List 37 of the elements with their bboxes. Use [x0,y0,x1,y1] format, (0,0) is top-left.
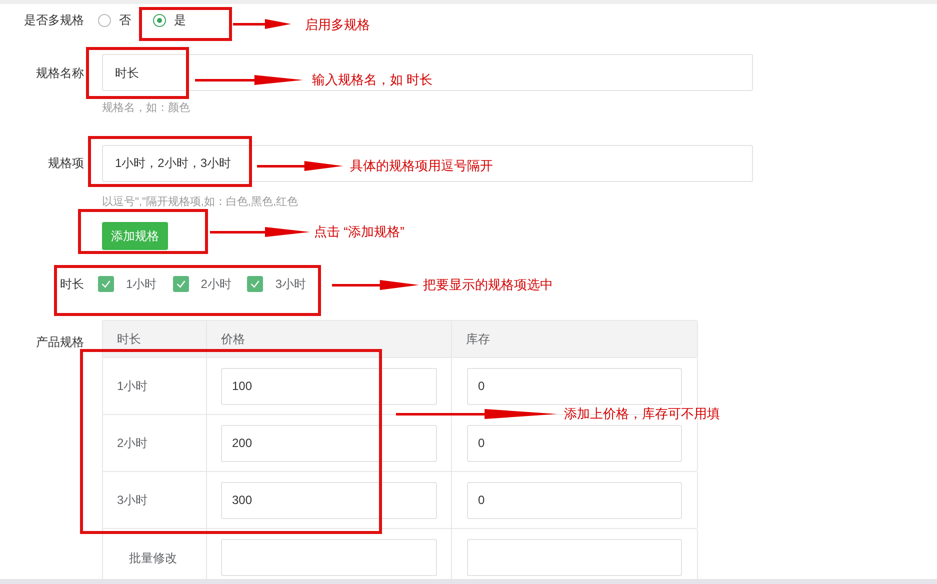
arrow [233,18,291,30]
hint-text: 以逗号","隔开规格项,如：白色,黑色,红色 [102,194,300,210]
stock-field[interactable]: 0 [467,368,682,404]
column-header: 库存 [466,331,490,348]
radio-option[interactable]: 是 [153,11,186,29]
check-icon [100,278,112,290]
input-field[interactable] [221,539,437,576]
input-field[interactable] [467,539,682,576]
stock-field[interactable]: 0 [467,482,682,518]
field-label: 规格名称 [36,66,84,80]
annotation-note: 具体的规格项用逗号隔开 [350,157,493,175]
field-label: 产品规格 [36,335,84,349]
checkbox-option[interactable]: 3小时 [247,275,306,293]
column-header: 价格 [221,331,245,348]
radio-option[interactable]: 否 [98,11,131,29]
column-header: 时长 [117,331,141,348]
table-cell-text: 批量修改 [129,550,177,566]
checkbox-option[interactable]: 1小时 [98,275,157,293]
field-label: 是否多规格 [24,13,84,27]
price-field[interactable]: 300 [221,482,437,518]
annotation-note: 输入规格名，如 时长 [312,71,433,89]
stock-field[interactable]: 0 [467,424,682,462]
table-cell-text: 2小时 [117,435,148,452]
hint-text: 规格名，如：颜色 [102,100,191,116]
annotation-note: 把要显示的规格项选中 [423,276,553,294]
price-field[interactable]: 100 [221,368,437,404]
table-cell-text: 3小时 [117,492,148,509]
price-field[interactable]: 200 [221,424,437,462]
field-label: 时长 [60,277,84,291]
checkbox-option[interactable]: 2小时 [172,275,232,293]
table-cell-text: 1小时 [117,378,148,395]
annotation-note: 点击 “添加规格” [314,223,404,241]
annotation-note: 添加上价格，库存可不用填 [564,405,720,423]
field-label: 规格项 [48,156,84,170]
annotation-note: 启用多规格 [305,16,370,34]
check-icon [249,278,262,290]
check-icon [174,278,187,290]
